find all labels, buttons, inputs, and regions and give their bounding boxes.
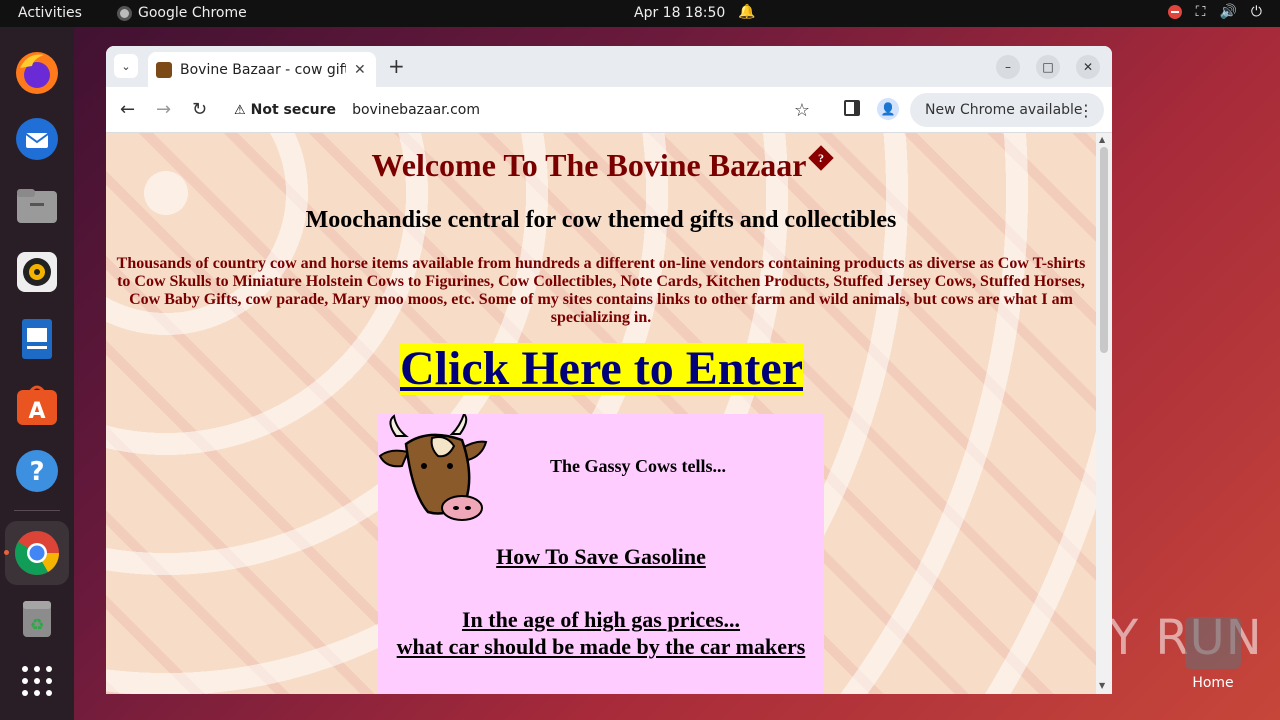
side-panel-icon[interactable]: [844, 100, 860, 116]
system-tray[interactable]: ⛶ 🔊 ⏻: [1167, 4, 1262, 20]
network-icon: ⛶: [1195, 4, 1206, 20]
tab-bovine-bazaar[interactable]: Bovine Bazaar - cow gifts ✕: [148, 52, 376, 87]
maximize-button[interactable]: □: [1036, 55, 1060, 79]
browser-window: ⌄ Bovine Bazaar - cow gifts ✕ + – □ ✕ ← …: [106, 46, 1112, 694]
chrome-icon[interactable]: [5, 521, 69, 585]
maximize-icon: □: [1042, 60, 1054, 74]
bell-icon[interactable]: 🔔: [738, 4, 755, 20]
minimize-button[interactable]: –: [996, 55, 1020, 79]
gassy-cow-caption: The Gassy Cows tells...: [550, 456, 727, 476]
page-heading: Welcome To The Bovine Bazaar?: [106, 145, 1096, 184]
writer-icon[interactable]: [13, 315, 61, 363]
svg-text:?: ?: [29, 457, 44, 487]
close-tab-icon[interactable]: ✕: [354, 62, 366, 78]
firefox-icon[interactable]: [13, 49, 61, 97]
enter-link[interactable]: Click Here to Enter: [400, 343, 804, 395]
app-center-icon[interactable]: A: [13, 381, 61, 429]
profile-avatar-icon[interactable]: 👤: [877, 98, 899, 120]
page-scrollbar[interactable]: ▲ ▼: [1096, 133, 1112, 694]
page-heading-text: Welcome To The Bovine Bazaar: [371, 147, 807, 183]
top-bar: Activities Google Chrome Apr 18 18:50 🔔 …: [0, 0, 1280, 27]
cow-head-icon: [378, 414, 488, 521]
page-subheading: Moochandise central for cow themed gifts…: [305, 207, 897, 233]
tab-strip: ⌄ Bovine Bazaar - cow gifts ✕ + – □ ✕: [106, 46, 1112, 87]
gas-prices-line-2: what car should be made by the car maker…: [396, 634, 806, 659]
scroll-up-icon[interactable]: ▲: [1099, 135, 1105, 144]
kebab-menu-icon[interactable]: ⋮: [1078, 101, 1094, 120]
clock[interactable]: Apr 18 18:50: [634, 5, 725, 21]
app-menu[interactable]: Google Chrome: [117, 5, 247, 21]
intro-paragraph: Thousands of country cow and horse items…: [116, 255, 1086, 326]
new-tab-button[interactable]: +: [388, 54, 405, 78]
scrollbar-thumb[interactable]: [1100, 147, 1108, 353]
url-text[interactable]: bovinebazaar.com: [352, 102, 480, 118]
home-label: Home: [1192, 675, 1234, 691]
save-gasoline-link[interactable]: How To Save Gasoline: [378, 544, 824, 570]
close-icon: ✕: [1082, 60, 1094, 74]
update-label: New Chrome available: [925, 102, 1083, 118]
favicon-icon: [156, 61, 172, 78]
forward-button[interactable]: →: [156, 99, 171, 120]
do-not-disturb-icon: [1167, 5, 1182, 19]
dock-separator: [14, 510, 60, 511]
minimize-icon: –: [1005, 60, 1011, 74]
svg-text:♻: ♻: [30, 615, 44, 634]
chrome-small-icon: [117, 5, 132, 21]
gas-prices-line-1: In the age of high gas prices...: [461, 607, 741, 632]
thunderbird-icon[interactable]: [13, 115, 61, 163]
tab-search-button[interactable]: ⌄: [114, 54, 138, 78]
gassy-cow-box: The Gassy Cows tells... How To Save Gaso…: [378, 414, 824, 694]
activities-button[interactable]: Activities: [18, 5, 82, 21]
gas-prices-link[interactable]: In the age of high gas prices... what ca…: [378, 606, 824, 660]
browser-toolbar: ← → ↻ ⚠ Not secure bovinebazaar.com ☆ 👤 …: [106, 87, 1112, 133]
back-button[interactable]: ←: [120, 99, 135, 120]
update-chrome-button[interactable]: New Chrome available ⋮: [910, 93, 1104, 127]
help-icon[interactable]: ?: [13, 447, 61, 495]
tab-title: Bovine Bazaar - cow gifts: [180, 61, 346, 78]
svg-text:A: A: [28, 399, 45, 424]
dock: A ? ♻: [0, 27, 74, 720]
trash-icon[interactable]: ♻: [13, 594, 61, 642]
files-icon[interactable]: [13, 182, 61, 230]
bookmark-star-icon[interactable]: ☆: [794, 100, 810, 121]
broken-glyph-icon: ?: [808, 145, 835, 171]
scroll-down-icon[interactable]: ▼: [1099, 681, 1105, 690]
rhythmbox-icon[interactable]: [13, 248, 61, 296]
chevron-down-icon: ⌄: [121, 59, 131, 73]
security-label[interactable]: Not secure: [251, 102, 336, 118]
app-name: Google Chrome: [138, 5, 247, 21]
home-folder[interactable]: Home: [1180, 617, 1246, 691]
reload-button[interactable]: ↻: [192, 99, 207, 120]
power-icon: ⏻: [1250, 4, 1262, 20]
home-folder-icon: [1185, 617, 1241, 669]
running-indicator: [4, 550, 9, 555]
apps-grid-icon[interactable]: [13, 657, 61, 705]
address-bar[interactable]: ⚠ Not secure bovinebazaar.com ☆: [226, 93, 824, 127]
volume-icon: 🔊: [1219, 4, 1237, 20]
close-window-button[interactable]: ✕: [1076, 55, 1100, 79]
web-page: Welcome To The Bovine Bazaar? Moochandis…: [106, 133, 1096, 694]
warning-icon[interactable]: ⚠: [234, 103, 246, 118]
